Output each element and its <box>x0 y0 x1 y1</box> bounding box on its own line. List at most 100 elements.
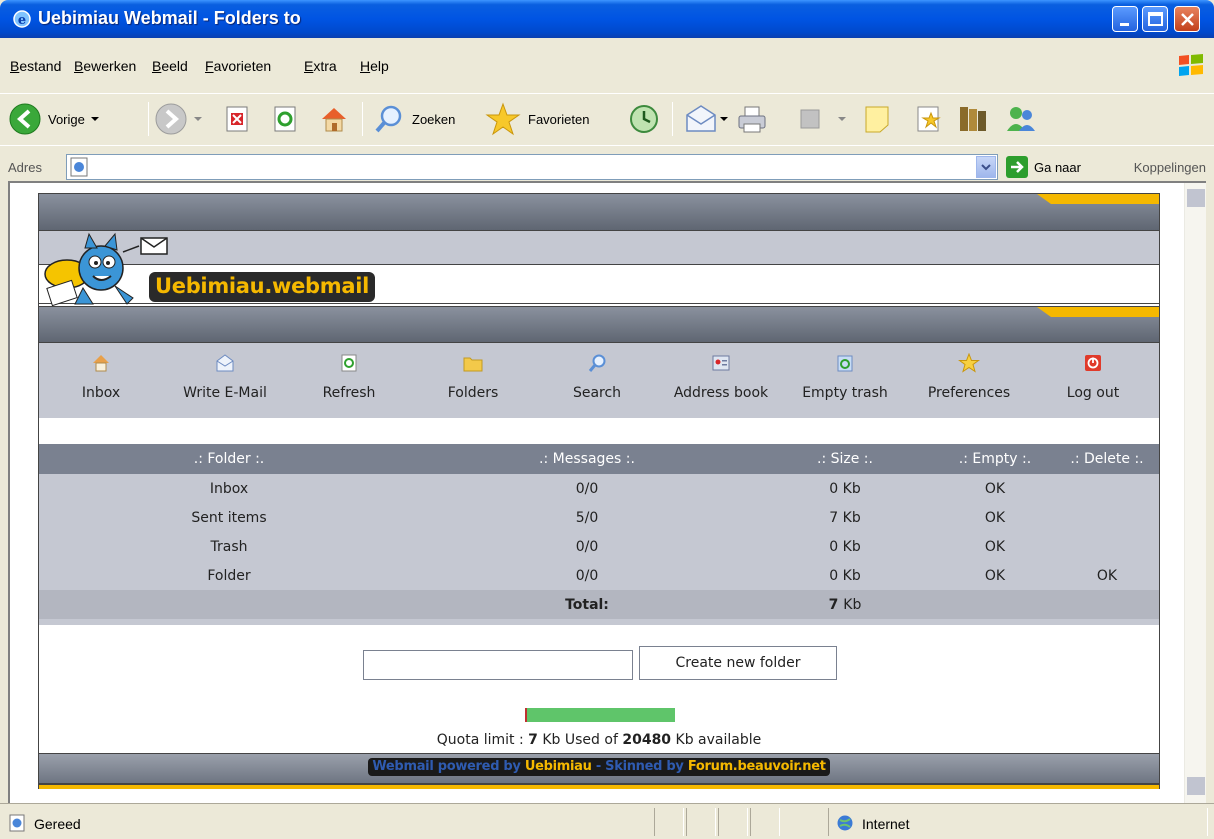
go-button[interactable]: Ga naar <box>1006 156 1081 178</box>
scroll-up-arrow[interactable] <box>1187 189 1205 207</box>
menu-bestand[interactable]: Bestand <box>10 58 61 76</box>
back-button[interactable]: Vorige <box>8 100 99 138</box>
chevron-down-icon <box>838 117 846 121</box>
messages-count: 5/0 <box>419 503 755 532</box>
toolbar-divider <box>148 102 149 136</box>
folder-name-link[interactable]: Folder <box>39 561 419 590</box>
star-icon <box>958 353 980 373</box>
toolbar-divider <box>362 102 363 136</box>
nav-search[interactable]: Search <box>541 353 653 415</box>
forward-button[interactable] <box>154 100 202 138</box>
delete-link[interactable]: OK <box>1055 561 1159 590</box>
status-cell <box>654 808 684 836</box>
quota-bar <box>525 708 675 722</box>
folder-name-link[interactable]: Inbox <box>39 474 419 503</box>
edit-page-icon <box>800 109 820 129</box>
research-button[interactable] <box>914 100 944 138</box>
chevron-down-icon <box>90 117 99 121</box>
new-folder-input[interactable] <box>363 650 633 680</box>
address-input[interactable] <box>66 154 998 180</box>
mail-button[interactable] <box>684 100 728 138</box>
total-spacer <box>39 590 419 619</box>
menu-beeld[interactable]: Beeld <box>152 58 188 76</box>
vertical-scrollbar[interactable] <box>1184 183 1206 803</box>
search-button[interactable]: Zoeken <box>372 100 455 138</box>
header-size[interactable]: .: Size :. <box>755 444 935 474</box>
status-text: Gereed <box>34 816 81 832</box>
browser-viewport: Uebimiau.webmail Inbox Write E-Mail Refr… <box>8 181 1206 803</box>
nav-log-out[interactable]: Log out <box>1037 353 1149 415</box>
nav-write-email-label: Write E-Mail <box>183 385 267 401</box>
folder-name-link[interactable]: Trash <box>39 532 419 561</box>
zone-text: Internet <box>862 816 910 832</box>
title-bar: e Uebimiau Webmail - Folders to <box>0 0 1214 38</box>
empty-link[interactable]: OK <box>935 474 1055 503</box>
mail-icon <box>686 105 716 132</box>
print-button[interactable] <box>736 100 768 138</box>
empty-link[interactable]: OK <box>935 503 1055 532</box>
nav-inbox-label: Inbox <box>81 385 121 401</box>
address-dropdown-button[interactable] <box>976 156 996 178</box>
home-icon <box>93 355 109 372</box>
app-navigation: Inbox Write E-Mail Refresh Folders Searc… <box>39 342 1159 418</box>
favorites-button[interactable]: Favorieten <box>484 100 589 138</box>
total-value: 7 <box>828 596 839 613</box>
search-icon <box>375 105 402 133</box>
nav-folders[interactable]: Folders <box>417 353 529 415</box>
footer-powered-by: Webmail powered by <box>372 759 521 774</box>
create-folder-button[interactable]: Create new folder <box>639 646 837 680</box>
windows-logo-icon <box>1179 54 1203 76</box>
research-icon <box>917 106 941 132</box>
maximize-button[interactable] <box>1142 6 1168 32</box>
refresh-button[interactable] <box>270 100 300 138</box>
delete-link <box>1055 503 1159 532</box>
folder-name-link[interactable]: Sent items <box>39 503 419 532</box>
close-button[interactable] <box>1174 6 1200 32</box>
nav-write-email[interactable]: Write E-Mail <box>169 353 281 415</box>
nav-preferences[interactable]: Preferences <box>913 353 1025 415</box>
home-button[interactable] <box>318 100 350 138</box>
stop-button[interactable] <box>222 100 252 138</box>
minimize-button[interactable] <box>1112 6 1138 32</box>
empty-link[interactable]: OK <box>935 561 1055 590</box>
total-spacer <box>935 590 1055 619</box>
discuss-button[interactable] <box>862 100 892 138</box>
links-label[interactable]: Koppelingen <box>1134 160 1206 175</box>
home-icon <box>322 108 346 132</box>
status-cell <box>718 808 748 836</box>
footer-uebimiau-link[interactable]: Uebimiau <box>525 759 592 774</box>
media-button[interactable] <box>956 100 990 138</box>
history-button[interactable] <box>628 100 660 138</box>
total-spacer <box>1055 590 1159 619</box>
header-messages[interactable]: .: Messages :. <box>419 444 755 474</box>
nav-empty-trash[interactable]: Empty trash <box>789 353 901 415</box>
header-light-band <box>39 230 1159 266</box>
close-icon <box>1181 13 1194 26</box>
favorites-label: Favorieten <box>528 111 590 127</box>
menu-extra[interactable]: Extra <box>304 58 337 76</box>
nav-refresh[interactable]: Refresh <box>293 353 405 415</box>
scroll-down-arrow[interactable] <box>1187 777 1205 795</box>
footer-forum-link[interactable]: Forum.beauvoir.net <box>688 759 826 774</box>
favorites-star-icon <box>485 102 521 136</box>
header-folder[interactable]: .: Folder :. <box>39 444 419 474</box>
empty-link[interactable]: OK <box>935 532 1055 561</box>
header-band-2 <box>39 306 1159 342</box>
menu-favorieten[interactable]: Favorieten <box>205 58 271 76</box>
messenger-button[interactable] <box>1004 100 1038 138</box>
folder-size: 7 Kb <box>755 503 935 532</box>
footer: Webmail powered by Uebimiau - Skinned by… <box>39 753 1159 783</box>
nav-address-book[interactable]: Address book <box>665 353 777 415</box>
menu-help[interactable]: Help <box>360 58 389 76</box>
refresh-icon <box>341 354 357 372</box>
footer-accent-line <box>39 783 1159 789</box>
menu-bewerken[interactable]: Bewerken <box>74 58 136 76</box>
status-cell <box>686 808 716 836</box>
table-spacer-row <box>39 619 1159 625</box>
edit-button[interactable] <box>796 100 846 138</box>
nav-inbox[interactable]: Inbox <box>45 353 157 415</box>
accent-stripe <box>1037 307 1159 317</box>
nav-refresh-label: Refresh <box>322 385 376 401</box>
footer-credits: Webmail powered by Uebimiau - Skinned by… <box>368 758 830 776</box>
folder-icon <box>463 357 483 372</box>
